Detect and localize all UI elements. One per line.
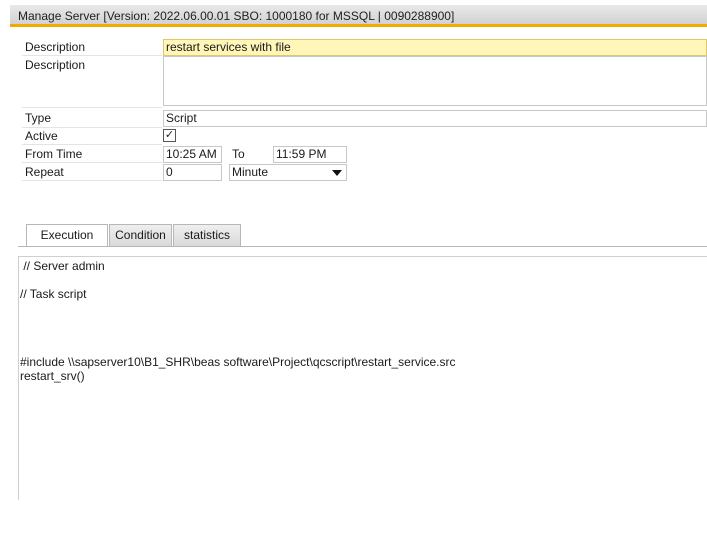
divider [22,55,162,56]
tab-execution[interactable]: Execution [26,224,108,247]
divider [22,162,162,163]
window-title: Manage Server [Version: 2022.06.00.01 SB… [18,9,455,23]
description-input[interactable]: restart services with file [163,39,707,56]
description-long-textarea[interactable] [163,56,707,106]
tab-statistics[interactable]: statistics [173,224,241,246]
to-time-input[interactable]: 11:59 PM [273,146,347,163]
code-line: // Task script [20,287,87,301]
description-label: Description [25,40,86,54]
divider [22,107,162,108]
repeat-input[interactable]: 0 [163,164,222,181]
repeat-label: Repeat [25,165,64,179]
type-field[interactable]: Script [163,110,707,127]
code-line: #include \\sapserver10\B1_SHR\beas softw… [20,355,456,369]
to-label: To [232,147,245,161]
window-titlebar: Manage Server [Version: 2022.06.00.01 SB… [10,5,707,27]
from-time-label: From Time [25,147,83,161]
divider [22,127,162,128]
dropdown-arrow-icon[interactable] [332,170,342,176]
active-label: Active [25,129,58,143]
repeat-unit-select[interactable]: Minute [229,164,347,181]
tab-condition[interactable]: Condition [109,224,172,246]
divider [22,144,162,145]
tab-strip-border [18,246,707,247]
divider [22,180,162,181]
code-line: // Server admin [20,259,105,273]
script-editor[interactable]: // Server admin // Task script #include … [18,256,707,500]
from-time-input[interactable]: 10:25 AM [163,146,222,163]
type-label: Type [25,111,52,125]
description-long-label: Description [25,58,86,72]
code-line: restart_srv() [20,369,85,383]
active-checkbox[interactable]: ✓ [163,129,176,142]
repeat-unit-value: Minute [232,165,269,179]
